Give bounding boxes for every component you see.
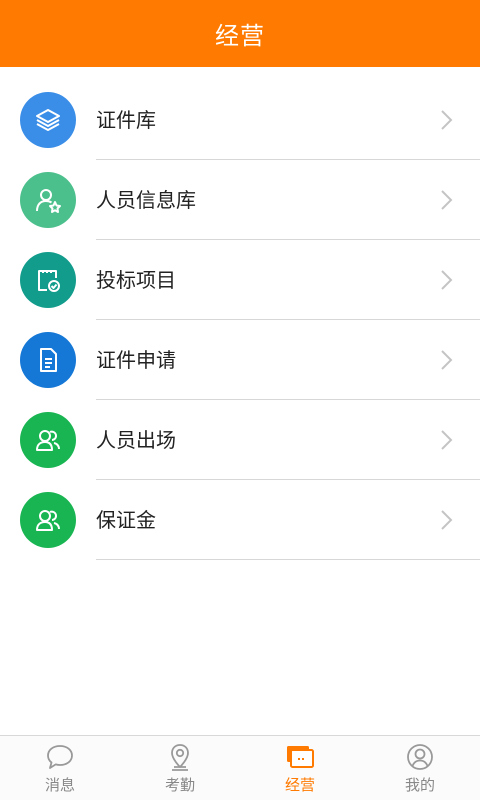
chevron-right-icon xyxy=(441,270,453,290)
menu-item-certificate-library[interactable]: 证件库 xyxy=(0,80,480,160)
people-icon xyxy=(20,412,76,468)
user-circle-icon xyxy=(407,744,433,770)
chevron-right-icon xyxy=(441,350,453,370)
tab-label: 考勤 xyxy=(164,776,195,794)
chat-bubble-icon xyxy=(47,745,73,769)
page-title: 经营 xyxy=(215,22,265,50)
menu-item-personnel-dispatch[interactable]: 人员出场 xyxy=(0,400,480,480)
layers-icon xyxy=(20,92,76,148)
tab-business[interactable]: 经营 xyxy=(240,736,360,800)
person-star-icon xyxy=(20,172,76,228)
menu-item-deposit[interactable]: 保证金 xyxy=(0,480,480,560)
menu-item-label: 证件库 xyxy=(96,108,156,132)
chevron-right-icon xyxy=(441,510,453,530)
app-header: 经营 xyxy=(0,0,480,67)
tab-mine[interactable]: 我的 xyxy=(360,736,480,800)
tab-messages[interactable]: 消息 xyxy=(0,736,120,800)
menu-item-label: 人员信息库 xyxy=(96,188,196,212)
clipboard-check-icon xyxy=(20,252,76,308)
bottom-tab-bar: 消息 考勤 经营 我的 xyxy=(0,735,480,800)
business-card-icon xyxy=(287,746,314,768)
tab-label: 消息 xyxy=(44,776,75,794)
menu-item-label: 人员出场 xyxy=(96,428,176,452)
tab-attendance[interactable]: 考勤 xyxy=(120,736,240,800)
menu-item-label: 投标项目 xyxy=(96,268,176,292)
people-icon xyxy=(20,492,76,548)
tab-label: 经营 xyxy=(284,776,315,794)
chevron-right-icon xyxy=(441,430,453,450)
chevron-right-icon xyxy=(441,110,453,130)
menu-item-personnel-library[interactable]: 人员信息库 xyxy=(0,160,480,240)
menu-item-label: 证件申请 xyxy=(96,348,176,372)
tab-label: 我的 xyxy=(404,776,435,794)
chevron-right-icon xyxy=(441,190,453,210)
location-pin-icon xyxy=(171,744,189,771)
document-icon xyxy=(20,332,76,388)
menu-item-bidding-projects[interactable]: 投标项目 xyxy=(0,240,480,320)
menu-item-certificate-application[interactable]: 证件申请 xyxy=(0,320,480,400)
divider xyxy=(96,559,480,560)
menu-item-label: 保证金 xyxy=(96,508,156,532)
menu-list: 证件库 人员信息库 投标项目 证件申请 人员出场 保证金 xyxy=(0,80,480,560)
